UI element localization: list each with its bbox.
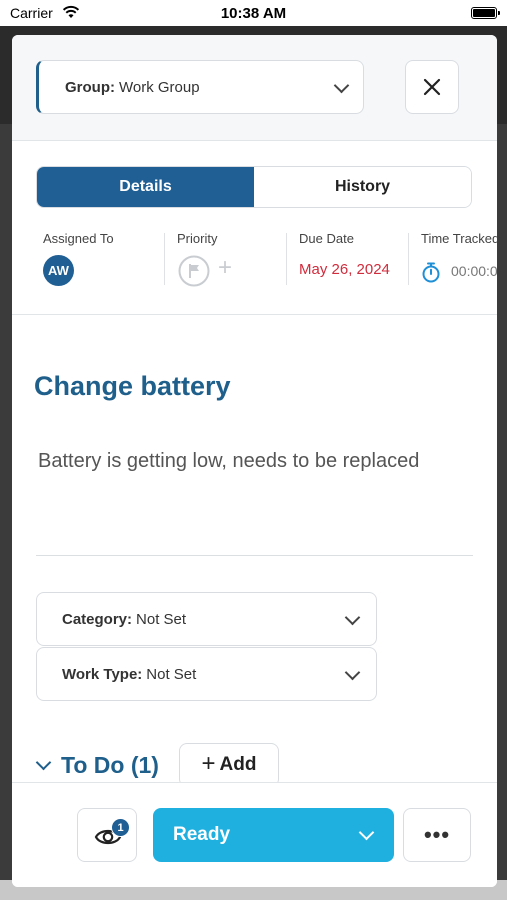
category-select[interactable]: Category: Not Set (36, 592, 377, 646)
chevron-down-icon (35, 754, 52, 770)
column-divider (164, 233, 165, 285)
more-options-button[interactable]: ••• (403, 808, 471, 862)
tab-bar: Details History (36, 166, 472, 208)
add-priority-icon[interactable]: + (218, 254, 232, 282)
priority-flag-icon[interactable] (178, 255, 210, 287)
sheet-header: Group: Work Group (12, 35, 497, 141)
close-button[interactable] (405, 60, 459, 114)
chevron-down-icon (344, 609, 361, 626)
watch-button[interactable]: 1 (77, 808, 137, 862)
time-tracked-column[interactable]: Time Tracked 00:00:00 (421, 231, 497, 287)
assigned-to-column[interactable]: Assigned To AW (43, 231, 153, 287)
todo-section-toggle[interactable]: To Do (1) (34, 743, 159, 787)
sheet-footer: 1 Ready ••• (12, 782, 497, 887)
task-title[interactable]: Change battery (34, 371, 231, 402)
watch-count-badge: 1 (111, 818, 130, 837)
tab-history[interactable]: History (254, 167, 471, 207)
time-tracked-value: 00:00:00 (451, 263, 497, 279)
category-label: Category: (62, 610, 133, 628)
priority-label: Priority (177, 231, 218, 246)
work-type-label: Work Type: (62, 665, 143, 683)
due-date-column[interactable]: Due Date May 26, 2024 (299, 231, 404, 287)
chevron-down-icon (358, 824, 375, 841)
status-bar: Carrier 10:38 AM (0, 0, 507, 26)
avatar[interactable]: AW (43, 255, 74, 286)
add-todo-label: Add (219, 754, 257, 775)
status-ready-button[interactable]: Ready (153, 808, 394, 862)
plus-icon: + (201, 750, 216, 777)
clock: 10:38 AM (220, 5, 287, 22)
section-divider (12, 314, 497, 315)
todo-title: To Do (1) (61, 751, 159, 778)
chevron-down-icon (333, 77, 350, 94)
task-info-row: Assigned To AW Priority + Due Date May 2… (12, 231, 497, 291)
tab-details[interactable]: Details (37, 167, 254, 207)
category-value: Not Set (136, 610, 187, 628)
work-type-value: Not Set (146, 665, 197, 683)
task-description[interactable]: Battery is getting low, needs to be repl… (38, 450, 419, 473)
group-value: Work Group (119, 78, 200, 96)
column-divider (408, 233, 409, 285)
chevron-down-icon (344, 664, 361, 681)
assigned-to-label: Assigned To (43, 231, 114, 246)
status-label: Ready (173, 824, 231, 845)
add-todo-button[interactable]: + Add (179, 743, 279, 787)
battery-icon (471, 7, 500, 19)
due-date-label: Due Date (299, 231, 354, 246)
group-label: Group: (65, 78, 115, 96)
due-date-value[interactable]: May 26, 2024 (299, 261, 390, 278)
task-detail-sheet: Group: Work Group Details History Assign… (12, 35, 497, 887)
section-divider (36, 555, 473, 556)
column-divider (286, 233, 287, 285)
priority-column[interactable]: Priority + (177, 231, 282, 287)
close-icon (423, 78, 441, 96)
stopwatch-icon (422, 262, 440, 283)
time-tracked-label: Time Tracked (421, 231, 497, 246)
work-type-select[interactable]: Work Type: Not Set (36, 647, 377, 701)
group-select[interactable]: Group: Work Group (36, 60, 364, 114)
